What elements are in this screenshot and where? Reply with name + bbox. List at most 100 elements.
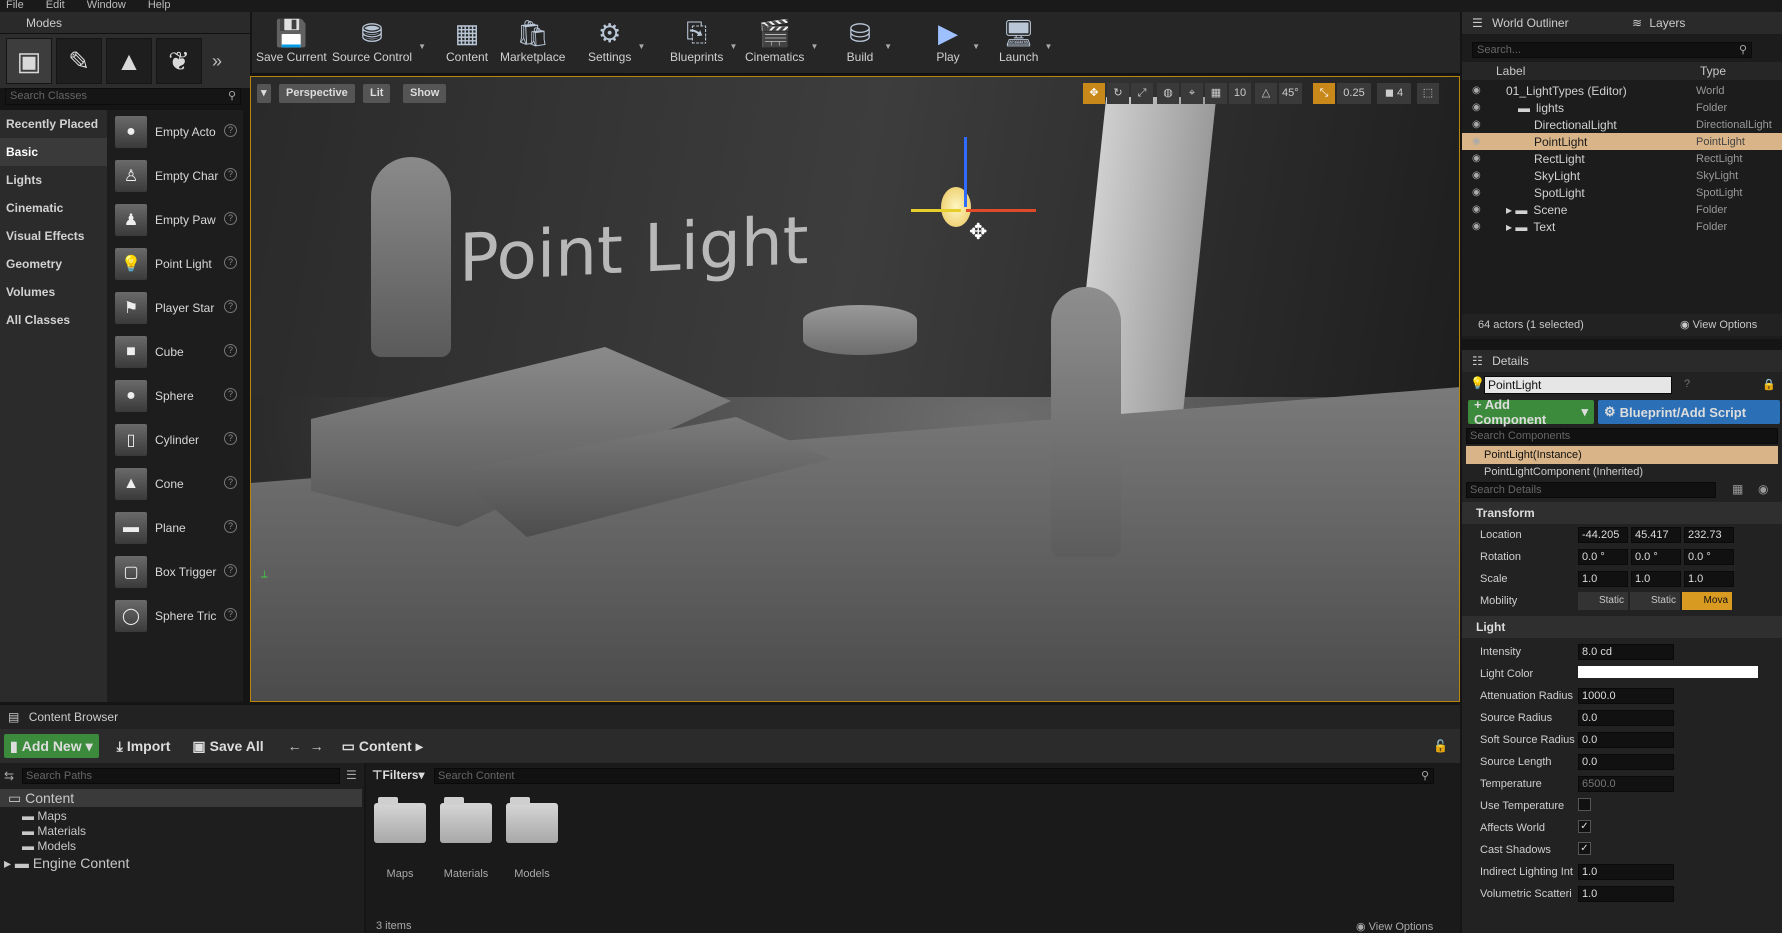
list-icon[interactable]: ☰ xyxy=(346,768,357,782)
class-item[interactable]: ▢ Box Trigger? xyxy=(107,550,243,594)
search-paths-input[interactable]: Search Paths xyxy=(22,768,340,784)
eye-icon[interactable]: ◉ xyxy=(1472,136,1481,147)
settings-button[interactable]: ⚙ Settings ▼ xyxy=(588,16,645,65)
intensity-field[interactable]: 8.0 cd xyxy=(1578,644,1674,660)
class-item[interactable]: ◯ Sphere Tric? xyxy=(107,594,243,638)
component-inherited-row[interactable]: PointLightComponent (Inherited) xyxy=(1484,466,1643,478)
rotation-z-field[interactable]: 0.0 ° xyxy=(1684,549,1734,565)
tree-models[interactable]: ▬ Models xyxy=(22,839,76,853)
forward-arrow-icon[interactable]: → xyxy=(310,738,324,754)
outliner-row[interactable]: ◉ 01_LightTypes (Editor) World xyxy=(1462,82,1782,99)
category-cinematic[interactable]: Cinematic xyxy=(0,194,107,222)
menu-window[interactable]: Window xyxy=(87,0,126,12)
sources-toggle-icon[interactable]: ⇆ xyxy=(4,769,14,783)
tree-maps[interactable]: ▬ Maps xyxy=(22,809,67,823)
mobility-static-button[interactable]: Static xyxy=(1578,592,1628,610)
path-breadcrumb[interactable]: ▭ Content ▸ xyxy=(336,734,429,758)
class-item[interactable]: ♟ Empty Paw? xyxy=(107,198,243,242)
place-mode-icon[interactable]: ▣ xyxy=(6,38,52,84)
chevron-right-icon[interactable]: » xyxy=(212,51,222,72)
search-classes-input[interactable]: Search Classes ⚲ xyxy=(5,88,241,105)
category-recently-placed[interactable]: Recently Placed xyxy=(0,110,107,138)
outliner-row[interactable]: ◉ ▸ ▬ Text Folder xyxy=(1462,218,1782,235)
help-icon[interactable]: ? xyxy=(224,476,237,489)
class-item[interactable]: ⚑ Player Star? xyxy=(107,286,243,330)
outliner-search-input[interactable]: Search... ⚲ xyxy=(1472,42,1752,58)
category-all-classes[interactable]: All Classes xyxy=(0,306,107,334)
search-components-input[interactable]: Search Components xyxy=(1466,428,1778,444)
transform-section[interactable]: Transform xyxy=(1462,502,1782,524)
maximize-icon[interactable]: ⬚ xyxy=(1417,83,1439,104)
source-control-button[interactable]: ⛃ Source Control ▼ xyxy=(332,16,426,65)
search-content-input[interactable]: Search Content ⚲ xyxy=(434,768,1434,784)
outliner-row[interactable]: ◉ SpotLight SpotLight xyxy=(1462,184,1782,201)
indirect-lighting-field[interactable]: 1.0 xyxy=(1578,864,1674,880)
details-tab[interactable]: ☷ Details xyxy=(1462,350,1782,372)
marketplace-button[interactable]: 🛍 Marketplace xyxy=(500,16,565,65)
actor-name-input[interactable]: PointLight xyxy=(1484,376,1672,394)
category-lights[interactable]: Lights xyxy=(0,166,107,194)
eye-icon[interactable]: ◉ xyxy=(1472,153,1481,164)
outliner-row[interactable]: ◉ SkyLight SkyLight xyxy=(1462,167,1782,184)
landscape-mode-icon[interactable]: ▲ xyxy=(106,38,152,84)
tree-content-root[interactable]: ▭ Content xyxy=(0,789,362,807)
scale-tool-icon[interactable]: ⤢ xyxy=(1131,83,1153,104)
search-details-input[interactable]: Search Details xyxy=(1466,482,1716,498)
folder-materials-icon[interactable] xyxy=(440,797,492,843)
back-arrow-icon[interactable]: ← xyxy=(288,738,302,754)
foliage-mode-icon[interactable]: ❦ xyxy=(156,38,202,84)
eye-icon[interactable]: ◉ xyxy=(1758,482,1768,496)
class-item[interactable]: ▲ Cone? xyxy=(107,462,243,506)
affects-world-checkbox[interactable]: ✓ xyxy=(1578,820,1591,833)
gizmo-x-axis[interactable] xyxy=(966,209,1036,212)
help-icon[interactable]: ? xyxy=(224,256,237,269)
tree-materials[interactable]: ▬ Materials xyxy=(22,824,86,838)
light-section[interactable]: Light xyxy=(1462,616,1782,638)
eye-icon[interactable]: ◉ xyxy=(1472,170,1481,181)
help-icon[interactable]: ? xyxy=(224,168,237,181)
rotation-x-field[interactable]: 0.0 ° xyxy=(1578,549,1628,565)
save-all-button[interactable]: ▣ Save All xyxy=(186,734,269,758)
viewport-options-button[interactable]: ▾ xyxy=(257,84,271,103)
outliner-row[interactable]: ◉ RectLight RectLight xyxy=(1462,150,1782,167)
eye-icon[interactable]: ◉ xyxy=(1472,204,1481,215)
camera-speed-value[interactable]: ◼ 4 xyxy=(1377,83,1411,104)
class-item[interactable]: ▬ Plane? xyxy=(107,506,243,550)
filters-button[interactable]: ⊤Filters▾ xyxy=(372,768,425,782)
mobility-stationary-button[interactable]: Static xyxy=(1630,592,1680,610)
help-icon[interactable]: ? xyxy=(224,608,237,621)
import-button[interactable]: ⤓ Import xyxy=(111,734,177,758)
outliner-row[interactable]: ◉ ▬ lights Folder xyxy=(1462,99,1782,116)
source-radius-field[interactable]: 0.0 xyxy=(1578,710,1674,726)
eye-icon[interactable]: ◉ xyxy=(1472,119,1481,130)
soft-source-radius-field[interactable]: 0.0 xyxy=(1578,732,1674,748)
save-current-button[interactable]: 💾 Save Current xyxy=(256,16,327,65)
world-space-icon[interactable]: ◍ xyxy=(1157,83,1179,104)
outliner-row[interactable]: ◉ ▸ ▬ Scene Folder xyxy=(1462,201,1782,218)
layers-tab[interactable]: Layers xyxy=(1649,16,1685,30)
world-outliner-tab[interactable]: ☰ World Outliner ≋ Layers xyxy=(1462,12,1782,34)
folder-maps-icon[interactable] xyxy=(374,797,426,843)
cinematics-button[interactable]: 🎬 Cinematics ▼ xyxy=(745,16,818,65)
help-icon[interactable]: ? xyxy=(224,564,237,577)
eye-icon[interactable]: ◉ xyxy=(1472,85,1481,96)
view-options-button[interactable]: ◉ View Options xyxy=(1356,920,1433,933)
scale-x-field[interactable]: 1.0 xyxy=(1578,571,1628,587)
menu-help[interactable]: Help xyxy=(148,0,171,12)
help-icon[interactable]: ? xyxy=(224,344,237,357)
launch-button[interactable]: 🖥 Launch ▼ xyxy=(999,16,1052,65)
surface-snap-icon[interactable]: ⌖ xyxy=(1181,83,1203,104)
play-button[interactable]: ▶ Play ▼ xyxy=(930,16,980,65)
rotation-snap-value[interactable]: 45° xyxy=(1279,83,1302,104)
scale-z-field[interactable]: 1.0 xyxy=(1684,571,1734,587)
location-y-field[interactable]: 45.417 xyxy=(1631,527,1681,543)
scale-y-field[interactable]: 1.0 xyxy=(1631,571,1681,587)
show-button[interactable]: Show xyxy=(403,84,447,103)
help-icon[interactable]: ? xyxy=(224,432,237,445)
type-column-header[interactable]: Type xyxy=(1700,62,1726,80)
volumetric-scattering-field[interactable]: 1.0 xyxy=(1578,886,1674,902)
class-item[interactable]: ● Empty Acto? xyxy=(107,110,243,154)
grid-size-value[interactable]: 10 xyxy=(1229,83,1251,104)
lit-button[interactable]: Lit xyxy=(363,84,391,103)
location-x-field[interactable]: -44.205 xyxy=(1578,527,1628,543)
